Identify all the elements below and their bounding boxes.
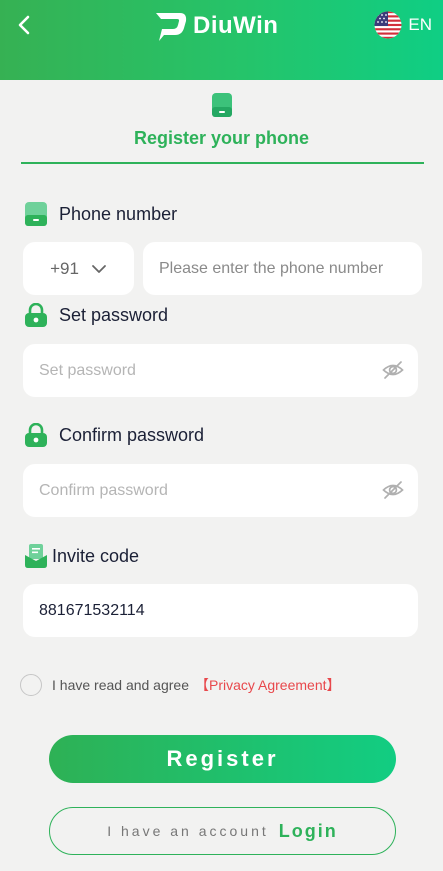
country-code-select[interactable]: +91 <box>23 242 134 295</box>
agreement-text: I have read and agree <box>52 677 189 693</box>
app-logo: DiuWin <box>153 8 278 44</box>
toggle-confirm-visibility[interactable] <box>382 479 404 506</box>
back-button[interactable] <box>14 14 36 36</box>
us-flag-icon <box>374 11 402 39</box>
confirm-password-field[interactable] <box>23 464 418 517</box>
phone-input[interactable] <box>143 242 422 295</box>
tab-underline <box>21 162 424 164</box>
tab-register-phone[interactable]: Register your phone <box>0 128 443 149</box>
have-account-text: I have an account <box>107 823 269 839</box>
login-button[interactable]: I have an account Login <box>49 807 396 855</box>
invite-icon <box>25 544 47 568</box>
login-label: Login <box>278 820 338 841</box>
privacy-agreement-link[interactable]: 【Privacy Agreement】 <box>195 675 341 695</box>
password-field[interactable] <box>23 344 418 397</box>
confirm-password-input[interactable] <box>23 464 418 517</box>
invite-code-input[interactable] <box>23 584 418 637</box>
language-label: EN <box>408 15 432 34</box>
phone-label: Phone number <box>24 201 177 227</box>
phone-icon <box>212 93 232 117</box>
chevron-left-icon <box>18 15 30 35</box>
lock-icon <box>25 423 47 447</box>
lock-icon <box>25 303 47 327</box>
country-code-value: +91 <box>50 258 79 278</box>
language-selector[interactable]: EN <box>374 11 432 39</box>
agree-checkbox[interactable] <box>20 674 42 696</box>
chevron-down-icon <box>92 264 106 273</box>
password-label: Set password <box>24 303 168 328</box>
password-input[interactable] <box>23 344 418 397</box>
phone-tab-icon <box>211 92 233 123</box>
eye-off-icon <box>382 361 404 379</box>
invite-code-label: Invite code <box>24 543 139 569</box>
toggle-password-visibility[interactable] <box>382 359 404 386</box>
register-button[interactable]: Register <box>49 735 396 783</box>
top-header: DiuWin EN <box>0 0 443 80</box>
agreement-row: I have read and agree 【Privacy Agreement… <box>20 674 341 696</box>
confirm-password-label: Confirm password <box>24 423 204 448</box>
logo-mark-icon <box>156 13 187 41</box>
logo-text: DiuWin <box>193 12 279 39</box>
eye-off-icon <box>382 481 404 499</box>
invite-code-field[interactable] <box>23 584 418 637</box>
phone-icon <box>25 202 47 226</box>
phone-field[interactable] <box>143 242 422 295</box>
